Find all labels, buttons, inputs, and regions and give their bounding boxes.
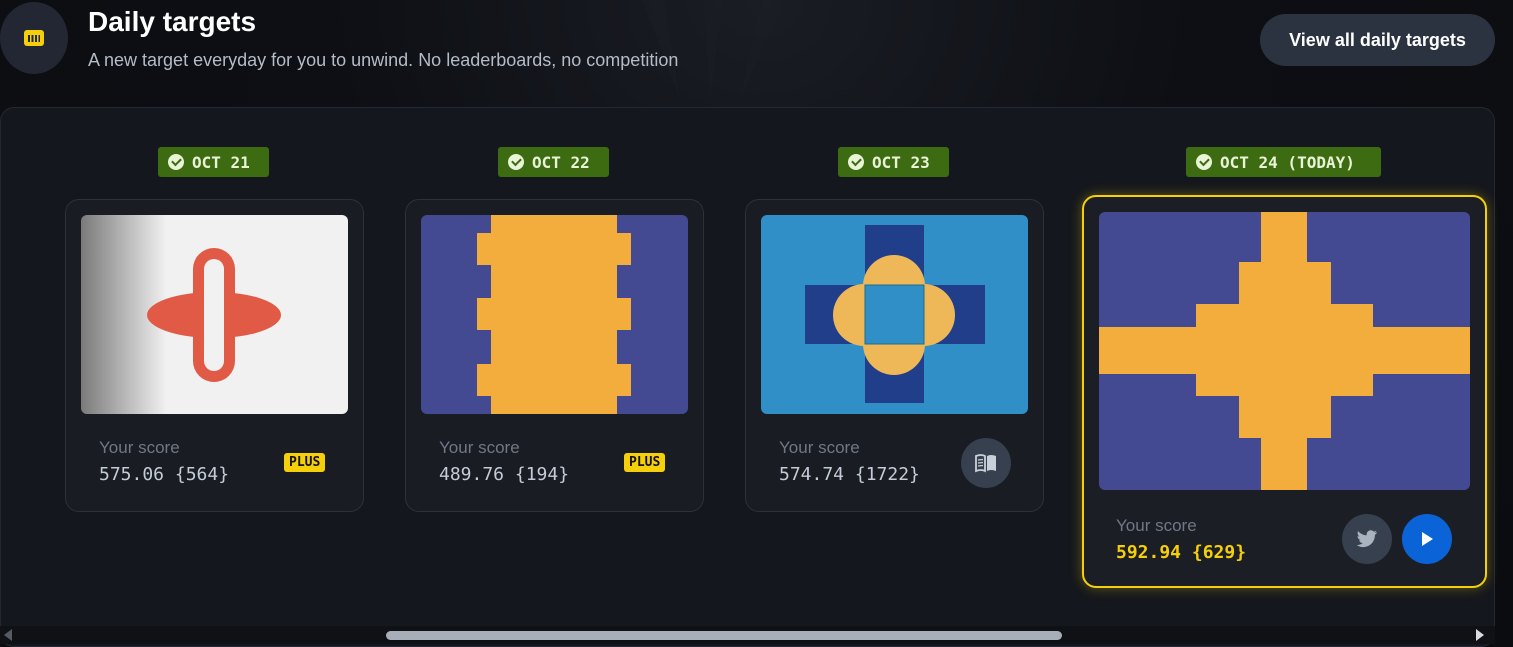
play-icon: [1422, 532, 1433, 546]
date-label: OCT 21: [192, 152, 250, 172]
daily-targets-page: Daily targets A new target everyday for …: [0, 0, 1513, 647]
target-card-oct-24-today[interactable]: Your score 592.94 {629}: [1082, 195, 1487, 588]
target-shape-orange-stepped-cross: [1099, 212, 1470, 490]
date-label: OCT 22: [532, 152, 590, 172]
target-thumbnail[interactable]: [81, 215, 348, 414]
view-all-daily-targets-button[interactable]: View all daily targets: [1260, 14, 1495, 66]
score-label: Your score: [1116, 516, 1197, 535]
target-card-oct-23[interactable]: Your score 574.74 {1722}: [745, 199, 1044, 512]
scrollbar-thumb[interactable]: [386, 631, 1062, 640]
target-card-oct-21[interactable]: Your score 575.06 {564} PLUS: [65, 199, 364, 512]
twitter-icon: [1356, 530, 1377, 548]
calendar-icon: [24, 30, 44, 46]
learn-button[interactable]: [961, 438, 1011, 488]
check-circle-icon: [1196, 154, 1212, 170]
target-thumbnail[interactable]: [421, 215, 688, 414]
check-circle-icon: [508, 154, 524, 170]
scroll-right-arrow-icon[interactable]: [1476, 629, 1484, 641]
score-value: 574.74 {1722}: [779, 464, 920, 485]
header-calendar-badge: [0, 2, 68, 74]
check-circle-icon: [168, 154, 184, 170]
date-label: OCT 24 (TODAY): [1220, 152, 1355, 172]
scroll-left-arrow-icon[interactable]: [4, 629, 12, 641]
target-shape-blue-cross: [761, 215, 1028, 414]
target-thumbnail[interactable]: [1099, 212, 1470, 490]
target-shape-orange-column: [421, 215, 688, 414]
date-badge-oct-23: OCT 23: [838, 147, 949, 177]
date-badge-oct-21: OCT 21: [158, 147, 269, 177]
plus-badge: PLUS: [284, 453, 326, 472]
horizontal-scrollbar[interactable]: [0, 626, 1495, 644]
page-subtitle: A new target everyday for you to unwind.…: [88, 50, 679, 70]
score-value: 575.06 {564}: [99, 464, 230, 485]
score-label: Your score: [439, 438, 520, 457]
target-thumbnail[interactable]: [761, 215, 1028, 414]
score-label: Your score: [779, 438, 860, 457]
book-icon: [975, 454, 996, 473]
play-button[interactable]: [1402, 514, 1452, 564]
page-title: Daily targets: [88, 6, 257, 37]
date-badge-oct-22: OCT 22: [498, 147, 609, 177]
target-shape-red-cross: [81, 215, 348, 414]
target-card-oct-22[interactable]: Your score 489.76 {194} PLUS: [405, 199, 704, 512]
score-label: Your score: [99, 438, 180, 457]
score-value: 489.76 {194}: [439, 464, 570, 485]
check-circle-icon: [848, 154, 864, 170]
share-twitter-button[interactable]: [1342, 514, 1392, 564]
date-label: OCT 23: [872, 152, 930, 172]
score-value: 592.94 {629}: [1116, 542, 1247, 563]
date-badge-oct-24-today: OCT 24 (TODAY): [1186, 147, 1381, 177]
plus-badge: PLUS: [624, 453, 666, 472]
